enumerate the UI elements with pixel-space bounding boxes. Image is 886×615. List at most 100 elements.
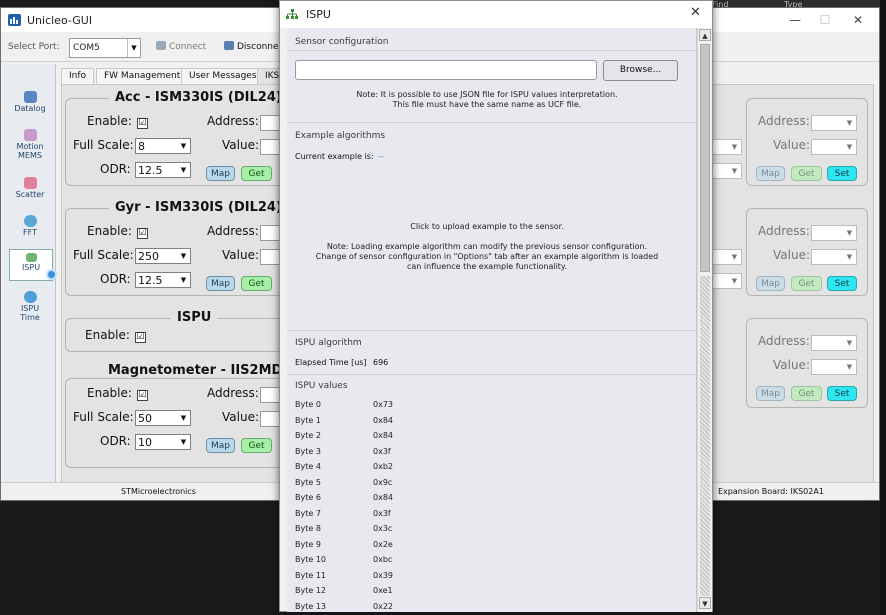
fft-icon bbox=[23, 215, 37, 227]
right-mag-set-button[interactable]: Set bbox=[827, 386, 857, 401]
chevron-down-icon: ▼ bbox=[846, 143, 853, 151]
ispu-icon bbox=[25, 253, 37, 262]
byte-value: 0xe1 bbox=[373, 586, 393, 595]
right-acc-map-button[interactable]: Map bbox=[756, 166, 785, 181]
example-note-1: Note: Loading example algorithm can modi… bbox=[326, 242, 648, 251]
mag-address-input[interactable] bbox=[260, 387, 280, 403]
elapsed-time-value: 696 bbox=[373, 358, 389, 367]
acc-enable-checkbox[interactable]: ☑ bbox=[136, 118, 148, 129]
gyr-address-label: Address: bbox=[207, 224, 259, 238]
right-gyr-get-button[interactable]: Get bbox=[791, 276, 822, 291]
scatter-icon bbox=[23, 177, 37, 189]
right-mag-address-input[interactable]: ▼ bbox=[811, 335, 857, 351]
main-window-title: Unicleo-GUI bbox=[27, 14, 93, 27]
acc-get-button[interactable]: Get bbox=[241, 166, 272, 181]
ispu-enable-checkbox[interactable]: ☑ bbox=[134, 332, 146, 343]
sidebar-item-label: Motion bbox=[16, 142, 44, 151]
mag-map-button[interactable]: Map bbox=[206, 438, 235, 453]
sidebar-item-datalog[interactable]: Datalog bbox=[4, 88, 56, 124]
mag-full-scale-label: Full Scale: bbox=[73, 410, 134, 424]
mag-get-button[interactable]: Get bbox=[241, 438, 272, 453]
gyr-odr-select[interactable]: 12.5 ▼ bbox=[135, 272, 191, 288]
disconnect-button[interactable]: Disconnect bbox=[224, 41, 287, 52]
gyr-address-input[interactable] bbox=[260, 225, 280, 241]
dialog-close-icon[interactable]: ✕ bbox=[690, 5, 701, 20]
mag-odr-select[interactable]: 10 ▼ bbox=[135, 434, 191, 450]
right-gyr-value-input[interactable]: ▼ bbox=[811, 249, 857, 265]
acc-address-label: Address: bbox=[207, 114, 259, 128]
current-example-value: -- bbox=[378, 152, 384, 161]
chevron-down-icon: ▼ bbox=[846, 253, 853, 261]
port-select[interactable]: COM5 ▼ bbox=[69, 38, 141, 58]
scroll-thumb[interactable] bbox=[700, 44, 710, 272]
right-acc-value-input[interactable]: ▼ bbox=[811, 139, 857, 155]
connect-label: Connect bbox=[169, 42, 207, 52]
unplug-icon bbox=[224, 41, 234, 50]
chevron-down-icon: ▼ bbox=[180, 166, 187, 174]
right-mag-value-label: Value: bbox=[773, 358, 810, 372]
acc-value-input[interactable] bbox=[260, 139, 280, 155]
acc-address-input[interactable] bbox=[260, 115, 280, 131]
right-acc-address-label: Address: bbox=[758, 114, 810, 128]
port-select-value: COM5 bbox=[73, 43, 100, 53]
mag-value-input[interactable] bbox=[260, 411, 280, 427]
right-gyr-address-label: Address: bbox=[758, 224, 810, 238]
acc-value-label: Value: bbox=[222, 138, 259, 152]
close-icon[interactable]: ✕ bbox=[843, 10, 873, 30]
right-acc-get-button[interactable]: Get bbox=[791, 166, 822, 181]
byte-value: 0x84 bbox=[373, 416, 394, 425]
scroll-track[interactable] bbox=[700, 276, 710, 596]
gyr-get-button[interactable]: Get bbox=[241, 276, 272, 291]
right-acc-address-input[interactable]: ▼ bbox=[811, 115, 857, 131]
right-acc-set-button[interactable]: Set bbox=[827, 166, 857, 181]
gyr-enable-checkbox[interactable]: ☑ bbox=[136, 228, 148, 239]
right-gyr-value-label: Value: bbox=[773, 248, 810, 262]
dialog-title: ISPU bbox=[306, 8, 331, 21]
status-expansion-board: Expansion Board: IKS02A1 bbox=[718, 487, 824, 496]
gyr-odr-label: ODR: bbox=[100, 272, 131, 286]
right-mag-get-button[interactable]: Get bbox=[791, 386, 822, 401]
gyr-map-button[interactable]: Map bbox=[206, 276, 235, 291]
tab-user-messages[interactable]: User Messages bbox=[181, 68, 265, 84]
acc-map-button[interactable]: Map bbox=[206, 166, 235, 181]
acc-odr-select[interactable]: 12.5 ▼ bbox=[135, 162, 191, 178]
ispu-enable-label: Enable: ☑ bbox=[85, 328, 146, 343]
sidebar-item-scatter[interactable]: Scatter bbox=[4, 174, 56, 210]
right-mag-map-button[interactable]: Map bbox=[756, 386, 785, 401]
acc-full-scale-select[interactable]: 8 ▼ bbox=[135, 138, 191, 154]
dialog-scrollbar[interactable]: ▲ ▼ bbox=[697, 28, 712, 612]
byte-value: 0x3f bbox=[373, 509, 391, 518]
maximize-icon[interactable]: ☐ bbox=[810, 10, 840, 30]
chevron-down-icon: ▼ bbox=[846, 229, 853, 237]
minimize-icon[interactable]: — bbox=[780, 10, 810, 30]
ucf-file-input[interactable] bbox=[295, 60, 597, 80]
tab-info[interactable]: Info bbox=[61, 68, 95, 84]
gyr-value-input[interactable] bbox=[260, 249, 280, 265]
mag-enable-label: Enable: ☑ bbox=[87, 386, 148, 401]
byte-name: Byte 6 bbox=[295, 493, 321, 502]
right-mag-value-input[interactable]: ▼ bbox=[811, 359, 857, 375]
chevron-down-icon: ▼ bbox=[731, 277, 738, 285]
sidebar-item-fft[interactable]: FFT bbox=[4, 212, 56, 248]
chevron-down-icon: ▼ bbox=[180, 142, 187, 150]
scroll-down-icon[interactable]: ▼ bbox=[699, 597, 711, 609]
byte-value: 0x22 bbox=[373, 602, 394, 611]
tab-fw-management[interactable]: FW Management bbox=[96, 68, 189, 84]
sidebar-item-motion-mems[interactable]: Motion MEMS bbox=[4, 126, 56, 162]
browse-button[interactable]: Browse... bbox=[603, 60, 678, 81]
byte-name: Byte 9 bbox=[295, 540, 321, 549]
chevron-down-icon: ▼ bbox=[846, 339, 853, 347]
right-gyr-address-input[interactable]: ▼ bbox=[811, 225, 857, 241]
right-gyr-set-button[interactable]: Set bbox=[827, 276, 857, 291]
connect-button[interactable]: Connect bbox=[156, 41, 206, 52]
scroll-up-icon[interactable]: ▲ bbox=[699, 29, 711, 41]
right-gyr-map-button[interactable]: Map bbox=[756, 276, 785, 291]
mag-full-scale-select[interactable]: 50 ▼ bbox=[135, 410, 191, 426]
mag-enable-checkbox[interactable]: ☑ bbox=[136, 390, 148, 401]
byte-value: 0x3c bbox=[373, 524, 393, 533]
sidebar-item-label: Datalog bbox=[14, 104, 46, 113]
acc-enable-label: Enable: ☑ bbox=[87, 114, 148, 129]
sidebar-item-ispu-time[interactable]: ISPU Time bbox=[4, 288, 56, 324]
example-note-2: Change of sensor configuration in "Optio… bbox=[315, 252, 659, 261]
gyr-full-scale-select[interactable]: 250 ▼ bbox=[135, 248, 191, 264]
